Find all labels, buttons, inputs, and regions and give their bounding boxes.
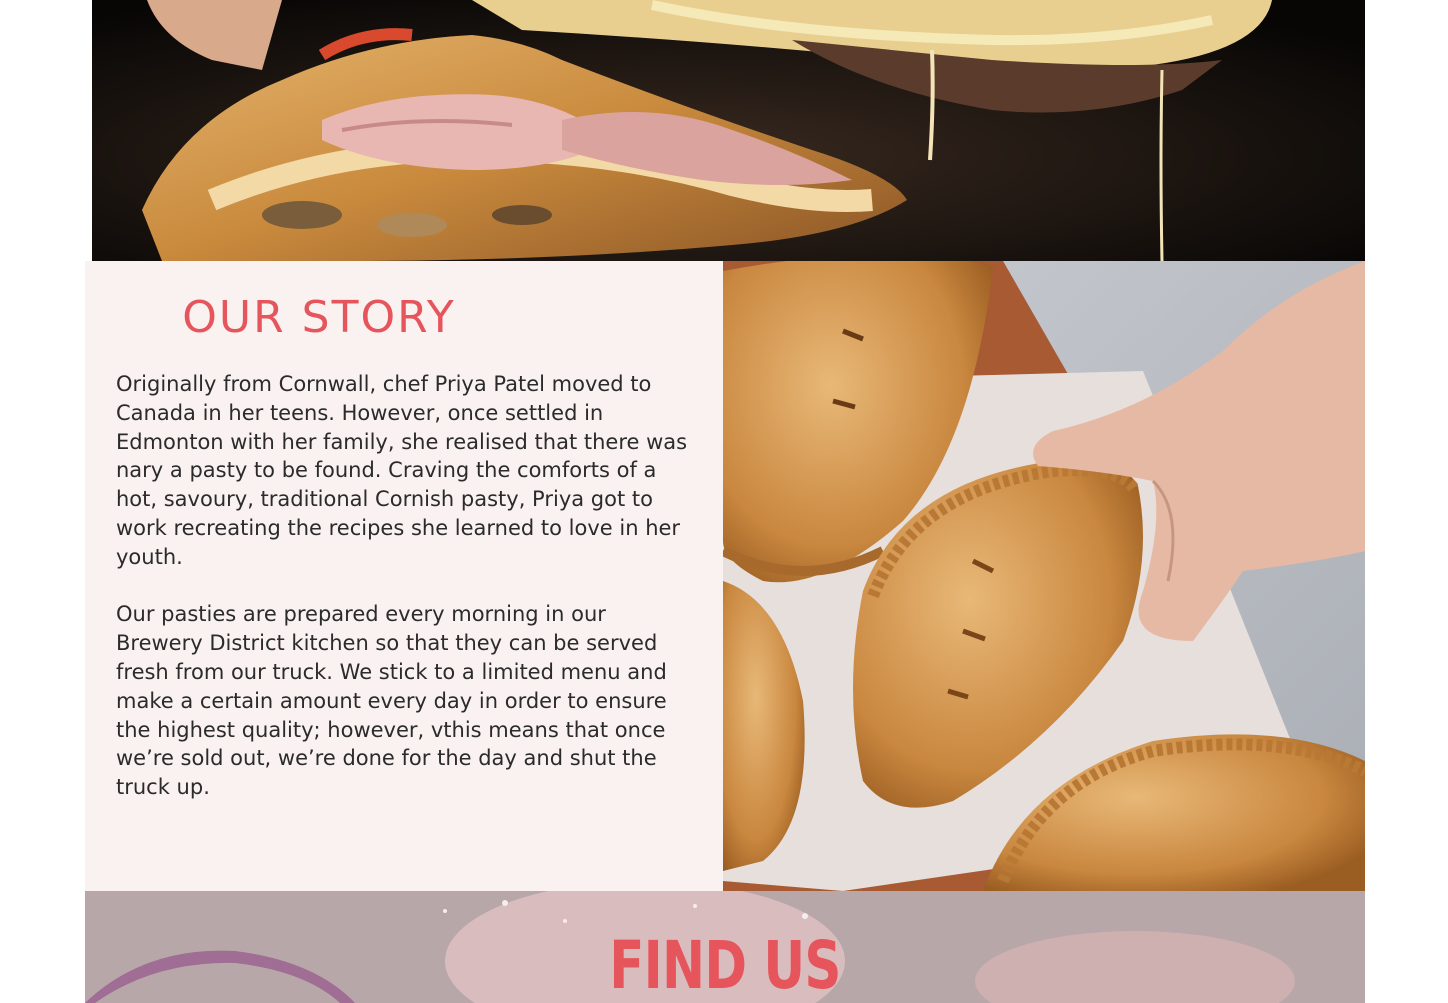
pasties-photo — [723, 261, 1365, 891]
story-paragraph: Originally from Cornwall, chef Priya Pat… — [116, 372, 688, 569]
hero-calzone-photo — [92, 0, 1365, 261]
calzone-illustration — [92, 0, 1365, 261]
story-paragraph: Our pasties are prepared every morning i… — [116, 602, 667, 800]
our-story-body: Originally from Cornwall, chef Priya Pat… — [116, 370, 691, 831]
find-us-heading: FIND US — [609, 927, 841, 1003]
pasties-illustration — [723, 261, 1365, 891]
find-us-section: FIND US — [85, 891, 1365, 1003]
our-story-heading: OUR STORY — [182, 292, 456, 343]
